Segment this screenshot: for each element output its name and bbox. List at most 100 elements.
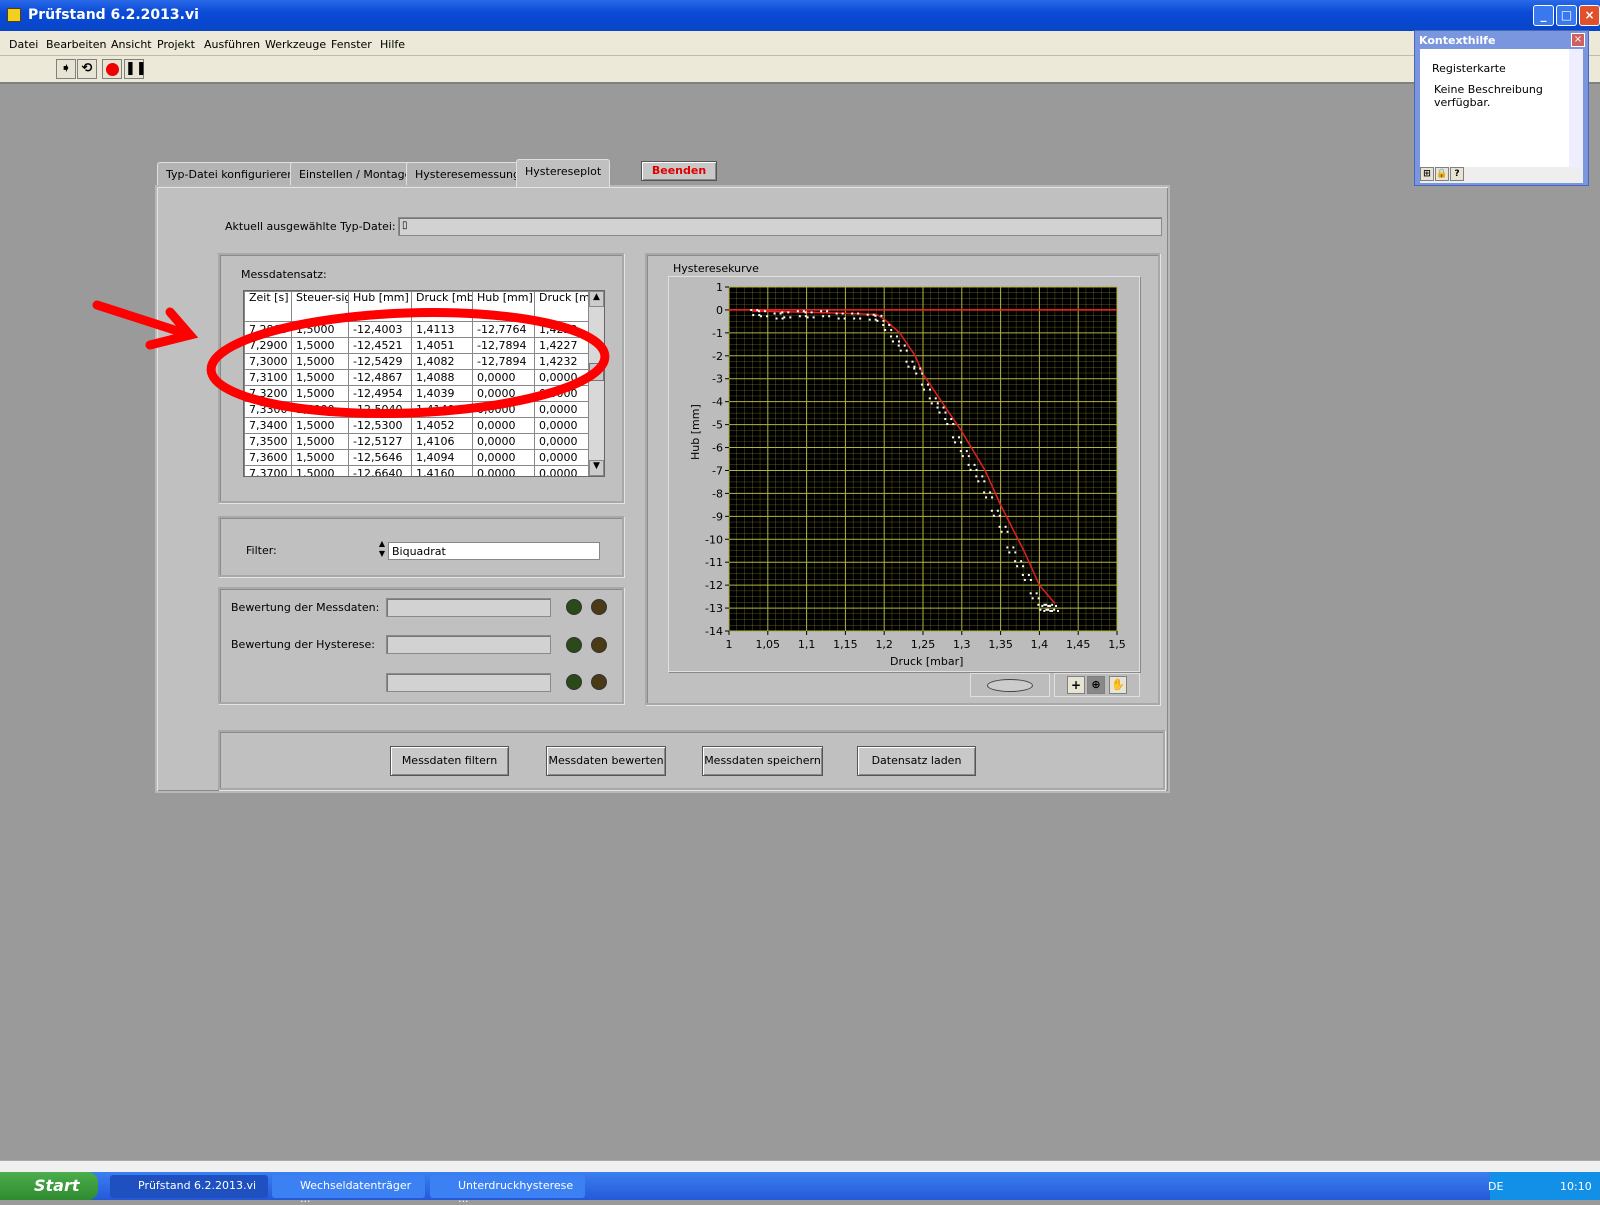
table-row[interactable]: 7,2800 1,5000 -12,4003 1,4113 -12,7764 1,4222 [244, 321, 590, 338]
table-cell[interactable]: 0,0000 [534, 401, 590, 418]
table-cell[interactable]: 0,0000 [472, 449, 535, 466]
table-cell[interactable]: 1,4051 [411, 337, 473, 354]
run-continuous-icon[interactable]: ⟲ [77, 59, 97, 79]
filter-ring-arrows-icon[interactable]: ▲ ▼ [376, 539, 388, 561]
table-cell[interactable]: -12,6640 [348, 465, 412, 476]
task-wechseldatentraeger[interactable]: Wechseldatenträger ... [272, 1175, 425, 1205]
table-cell[interactable]: 0,0000 [472, 369, 535, 386]
table-cell[interactable]: 1,4140 [411, 401, 473, 418]
table-cell[interactable]: -12,4867 [348, 369, 412, 386]
tab-hystereseplot[interactable]: Hystereseplot [516, 159, 611, 187]
kontexthilfe-close-button[interactable]: × [1571, 33, 1585, 47]
table-cell[interactable]: 0,0000 [534, 369, 590, 386]
table-cell[interactable]: 7,2900 [244, 337, 292, 354]
menu-werkzeuge[interactable]: Werkzeuge [265, 38, 326, 51]
graph-scale-legend[interactable] [970, 673, 1050, 697]
table-cell[interactable]: 0,0000 [472, 465, 535, 476]
kontexthilfe-scrollbar[interactable] [1569, 49, 1583, 167]
table-cell[interactable]: 7,3600 [244, 449, 292, 466]
task-pruefstand[interactable]: Prüfstand 6.2.2013.vi [110, 1175, 268, 1198]
run-arrow-icon[interactable]: ➧ [56, 59, 76, 79]
table-cell[interactable]: 7,3500 [244, 433, 292, 450]
table-row[interactable]: 7,3200 1,5000 -12,4954 1,4039 0,0000 0,0000 [244, 385, 590, 402]
menu-hilfe[interactable]: Hilfe [380, 38, 405, 51]
scale-lock-button[interactable] [987, 679, 1033, 692]
table-row[interactable]: 7,3700 1,5000 -12,6640 1,4160 0,0000 0,0000 [244, 465, 590, 476]
messdaten-table[interactable]: Zeit [s]Steuer-signal [mbaHub [mm]Druck … [243, 290, 605, 477]
start-button[interactable]: Start [0, 1172, 98, 1200]
table-cell[interactable]: 7,3700 [244, 465, 292, 476]
table-cell[interactable]: 7,2800 [244, 321, 292, 338]
table-cell[interactable]: 1,5000 [291, 401, 349, 418]
table-cell[interactable]: 1,5000 [291, 321, 349, 338]
table-cell[interactable]: 0,0000 [472, 417, 535, 434]
table-row[interactable]: 7,3000 1,5000 -12,5429 1,4082 -12,7894 1,4232 [244, 353, 590, 370]
table-cell[interactable]: 1,5000 [291, 417, 349, 434]
table-cell[interactable]: 1,4082 [411, 353, 473, 370]
scroll-thumb[interactable] [589, 363, 604, 381]
close-button[interactable]: × [1579, 5, 1600, 26]
table-cell[interactable]: 7,3300 [244, 401, 292, 418]
scroll-up-icon[interactable]: ▲ [589, 291, 604, 307]
table-cell[interactable]: -12,4003 [348, 321, 412, 338]
tab-einstellen[interactable]: Einstellen / Montage [290, 162, 421, 186]
table-cell[interactable]: 0,0000 [534, 449, 590, 466]
lock-icon[interactable]: 🔒 [1435, 167, 1449, 181]
messdaten-speichern-button[interactable]: Messdaten speichern [702, 746, 823, 776]
menu-ansicht[interactable]: Ansicht [111, 38, 152, 51]
table-cell[interactable]: -12,5429 [348, 353, 412, 370]
task-unterdruckhysterese[interactable]: Unterdruckhysterese ... [430, 1175, 585, 1205]
table-cell[interactable]: 1,5000 [291, 449, 349, 466]
table-cell[interactable]: 1,4160 [411, 465, 473, 476]
table-cell[interactable]: 0,0000 [472, 385, 535, 402]
pan-hand-icon[interactable]: ✋ [1109, 676, 1127, 694]
menu-fenster[interactable]: Fenster [331, 38, 372, 51]
table-cell[interactable]: 1,5000 [291, 369, 349, 386]
table-row[interactable]: 7,3100 1,5000 -12,4867 1,4088 0,0000 0,0000 [244, 369, 590, 386]
table-cell[interactable]: 1,5000 [291, 353, 349, 370]
table-cell[interactable]: -12,5127 [348, 433, 412, 450]
table-cell[interactable]: 0,0000 [534, 417, 590, 434]
horizontal-scrollbar[interactable] [0, 1160, 1600, 1172]
table-cell[interactable]: 1,5000 [291, 337, 349, 354]
table-cell[interactable]: 1,4222 [534, 321, 590, 338]
maximize-button[interactable]: □ [1556, 5, 1577, 26]
table-cell[interactable]: 1,4106 [411, 433, 473, 450]
show-terminals-icon[interactable]: ⊞ [1420, 167, 1434, 181]
datensatz-laden-button[interactable]: Datensatz laden [857, 746, 976, 776]
messdaten-bewerten-button[interactable]: Messdaten bewerten [546, 746, 666, 776]
table-cell[interactable]: 0,0000 [472, 401, 535, 418]
menu-projekt[interactable]: Projekt [157, 38, 195, 51]
table-cell[interactable]: 0,0000 [534, 385, 590, 402]
filter-ring-select[interactable]: Biquadrat [388, 542, 600, 560]
pause-icon[interactable]: ❚❚ [124, 59, 147, 79]
table-cell[interactable]: 0,0000 [472, 433, 535, 450]
table-cell[interactable]: -12,5646 [348, 449, 412, 466]
table-cell[interactable]: 1,4039 [411, 385, 473, 402]
table-cell[interactable]: 0,0000 [534, 433, 590, 450]
table-cell[interactable]: -12,7894 [472, 353, 535, 370]
menu-ausfuehren[interactable]: Ausführen [204, 38, 260, 51]
table-cell[interactable]: 1,4094 [411, 449, 473, 466]
minimize-button[interactable]: _ [1533, 5, 1554, 26]
tab-typ-datei[interactable]: Typ-Datei konfigurieren [157, 162, 304, 186]
beenden-button[interactable]: Beenden [641, 161, 717, 181]
table-cell[interactable]: -12,4521 [348, 337, 412, 354]
tab-hysteresemessung[interactable]: Hysteresemessung [406, 162, 530, 186]
table-row[interactable]: 7,2900 1,5000 -12,4521 1,4051 -12,7894 1,4227 [244, 337, 590, 354]
messdaten-filtern-button[interactable]: Messdaten filtern [390, 746, 509, 776]
table-cell[interactable]: 1,5000 [291, 433, 349, 450]
table-cell[interactable]: -12,7764 [472, 321, 535, 338]
menu-datei[interactable]: Datei [9, 38, 38, 51]
table-cell[interactable]: 1,4227 [534, 337, 590, 354]
table-cell[interactable]: 7,3200 [244, 385, 292, 402]
table-row[interactable]: 7,3500 1,5000 -12,5127 1,4106 0,0000 0,0000 [244, 433, 590, 450]
table-row[interactable]: 7,3600 1,5000 -12,5646 1,4094 0,0000 0,0000 [244, 449, 590, 466]
table-cell[interactable]: 7,3100 [244, 369, 292, 386]
abort-icon[interactable] [102, 59, 122, 79]
table-cell[interactable]: -12,7894 [472, 337, 535, 354]
table-cell[interactable]: 1,5000 [291, 385, 349, 402]
zoom-icon[interactable]: ⊕ [1087, 676, 1105, 694]
cursor-icon[interactable]: + [1067, 676, 1085, 694]
table-cell[interactable]: -12,5040 [348, 401, 412, 418]
